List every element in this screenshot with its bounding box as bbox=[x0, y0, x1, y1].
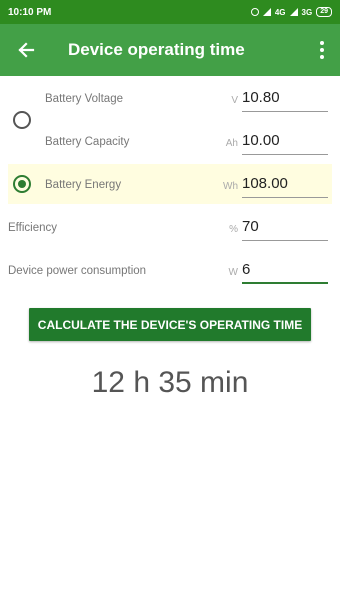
battery-capacity-unit: Ah bbox=[225, 138, 238, 149]
network-type-1: 4G bbox=[274, 7, 286, 17]
signal-icon-2 bbox=[289, 8, 298, 16]
page-title: Device operating time bbox=[68, 40, 245, 59]
power-consumption-row: Device power consumption W 6 bbox=[0, 256, 340, 299]
app-bar: Device operating time bbox=[0, 24, 340, 76]
efficiency-row: Efficiency % 70 bbox=[0, 213, 340, 256]
power-consumption-input[interactable]: 6 bbox=[242, 260, 328, 284]
battery-voltage-input[interactable]: 10.80 bbox=[242, 88, 328, 112]
status-time: 10:10 PM bbox=[8, 6, 52, 18]
efficiency-unit: % bbox=[229, 224, 238, 235]
battery-energy-row: Battery Energy Wh 108.00 bbox=[0, 170, 340, 213]
battery-energy-label: Battery Energy bbox=[45, 179, 122, 191]
battery-voltage-row: Battery Voltage V 10.80 bbox=[0, 84, 340, 127]
battery-voltage-label: Battery Voltage bbox=[45, 93, 123, 105]
battery-energy-unit: Wh bbox=[223, 181, 238, 192]
network-type-2: 3G bbox=[301, 7, 313, 17]
battery-capacity-label: Battery Capacity bbox=[45, 136, 130, 148]
back-button[interactable] bbox=[0, 24, 52, 76]
battery-icon: 29 bbox=[316, 7, 332, 17]
status-bar: 10:10 PM 4G 3G 29 bbox=[0, 0, 340, 24]
efficiency-input[interactable]: 70 bbox=[242, 217, 328, 241]
signal-icon bbox=[262, 8, 271, 16]
battery-capacity-input[interactable]: 10.00 bbox=[242, 131, 328, 155]
calculate-button[interactable]: CALCULATE THE DEVICE'S OPERATING TIME bbox=[29, 308, 311, 341]
efficiency-label: Efficiency bbox=[8, 222, 58, 234]
alarm-icon bbox=[250, 8, 259, 16]
status-icons: 4G 3G 29 bbox=[250, 7, 332, 17]
power-consumption-label: Device power consumption bbox=[8, 265, 147, 277]
battery-energy-input[interactable]: 108.00 bbox=[242, 174, 328, 198]
arrow-left-icon bbox=[18, 42, 35, 58]
battery-voltage-unit: V bbox=[231, 95, 238, 106]
power-consumption-unit: W bbox=[228, 267, 238, 278]
result-text: 12 h 35 min bbox=[91, 366, 249, 399]
more-vert-icon[interactable] bbox=[304, 24, 340, 76]
